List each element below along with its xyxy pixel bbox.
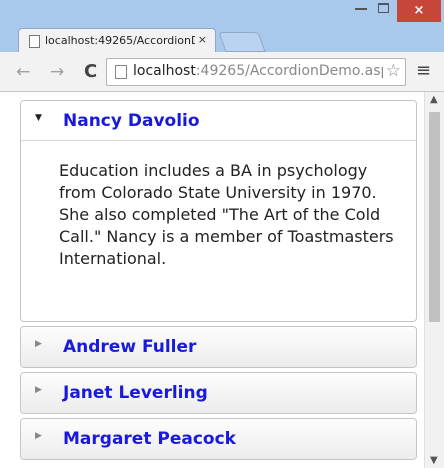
browser-tab[interactable]: localhost:49265/AccordionDemo.aspx ×: [18, 28, 216, 53]
page-icon: [29, 35, 40, 48]
maximize-icon[interactable]: [378, 3, 389, 13]
accordion-title: Nancy Davolio: [63, 111, 200, 131]
close-window-button[interactable]: ×: [397, 0, 441, 22]
vertical-scrollbar[interactable]: ▲ ▼: [424, 92, 444, 468]
page-viewport: ▼ Nancy Davolio Education includes a BA …: [0, 92, 424, 468]
back-arrow-icon[interactable]: ←: [16, 62, 30, 82]
accordion-panel-active: ▼ Nancy Davolio Education includes a BA …: [20, 100, 417, 322]
window-titlebar: localhost:49265/AccordionDemo.aspx × ×: [0, 0, 444, 53]
address-bar[interactable]: localhost:49265/AccordionDemo.aspx ☆: [106, 58, 406, 86]
scroll-thumb[interactable]: [429, 112, 440, 322]
bookmark-star-icon[interactable]: ☆: [386, 61, 401, 81]
page-icon: [115, 65, 127, 79]
accordion-panel: ▶ Janet Leverling: [20, 372, 417, 414]
reload-icon[interactable]: C: [84, 61, 97, 82]
accordion-title: Margaret Peacock: [63, 429, 236, 449]
scroll-down-icon[interactable]: ▼: [430, 455, 438, 466]
tab-title: localhost:49265/AccordionDemo.aspx: [45, 34, 195, 47]
accordion-header[interactable]: ▶ Andrew Fuller: [21, 327, 416, 367]
scroll-up-icon[interactable]: ▲: [430, 94, 438, 105]
accordion-title: Janet Leverling: [63, 383, 208, 403]
accordion-header[interactable]: ▶ Janet Leverling: [21, 373, 416, 413]
forward-arrow-icon[interactable]: →: [50, 62, 64, 82]
tab-close-icon[interactable]: ×: [198, 33, 207, 46]
minimize-icon[interactable]: [355, 8, 367, 10]
url-text[interactable]: localhost:49265/AccordionDemo.aspx: [133, 63, 383, 79]
expanded-triangle-icon: ▼: [35, 113, 42, 123]
collapsed-triangle-icon: ▶: [35, 431, 42, 441]
accordion-content: Education includes a BA in psychology fr…: [59, 161, 394, 268]
accordion-panel: ▶ Andrew Fuller: [20, 326, 417, 368]
collapsed-triangle-icon: ▶: [35, 339, 42, 349]
accordion-header[interactable]: ▼ Nancy Davolio: [21, 101, 416, 141]
collapsed-triangle-icon: ▶: [35, 385, 42, 395]
new-tab-button[interactable]: [218, 32, 266, 52]
accordion-panel: ▶ Margaret Peacock: [20, 418, 417, 460]
accordion-header[interactable]: ▶ Margaret Peacock: [21, 419, 416, 459]
menu-icon[interactable]: ≡: [416, 60, 431, 81]
accordion-title: Andrew Fuller: [63, 337, 197, 357]
browser-toolbar: ← → C localhost:49265/AccordionDemo.aspx…: [0, 52, 444, 92]
